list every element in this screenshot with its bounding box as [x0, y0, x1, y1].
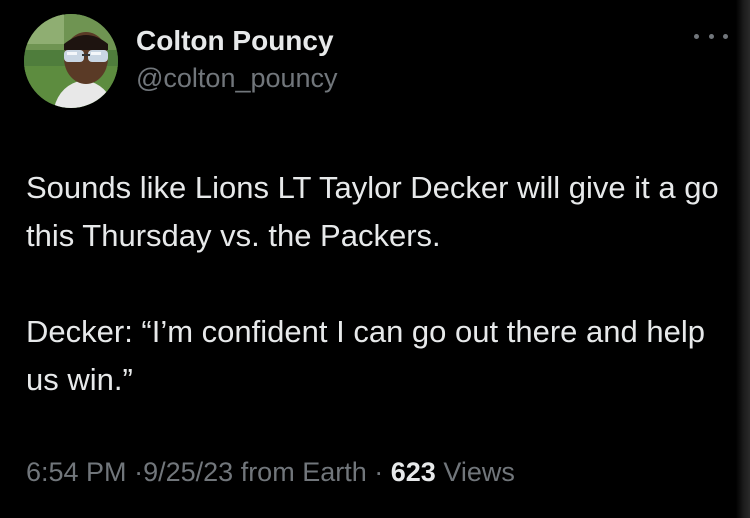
avatar-image — [24, 14, 118, 108]
tweet-time[interactable]: 6:54 PM — [26, 457, 127, 487]
tweet-text: Sounds like Lions LT Taylor Decker will … — [26, 164, 730, 404]
tweet-header: Colton Pouncy @colton_pouncy — [22, 14, 728, 110]
views-label: Views — [443, 457, 515, 487]
more-dot — [723, 33, 728, 39]
tweet-paragraph: Decker: “I’m confident I can go out ther… — [26, 314, 705, 397]
user-handle[interactable]: @colton_pouncy — [136, 60, 338, 96]
more-options-icon[interactable] — [694, 26, 728, 46]
display-name[interactable]: Colton Pouncy — [136, 24, 338, 58]
author-names: Colton Pouncy @colton_pouncy — [136, 24, 338, 96]
tweet-date[interactable]: 9/25/23 — [143, 457, 233, 487]
tweet-meta: 6:54 PM ·9/25/23 from Earth · 623 Views — [26, 452, 515, 492]
tweet-paragraph: Sounds like Lions LT Taylor Decker will … — [26, 170, 719, 253]
avatar[interactable] — [24, 14, 118, 108]
tweet-source: from Earth — [240, 457, 367, 487]
meta-separator: · — [134, 457, 144, 487]
tweet-card: Colton Pouncy @colton_pouncy Sounds like… — [0, 0, 750, 518]
screen-edge — [736, 0, 750, 518]
more-dot — [694, 33, 699, 39]
views-count[interactable]: 623 — [391, 457, 436, 487]
meta-separator: · — [374, 457, 384, 487]
more-dot — [708, 33, 714, 39]
